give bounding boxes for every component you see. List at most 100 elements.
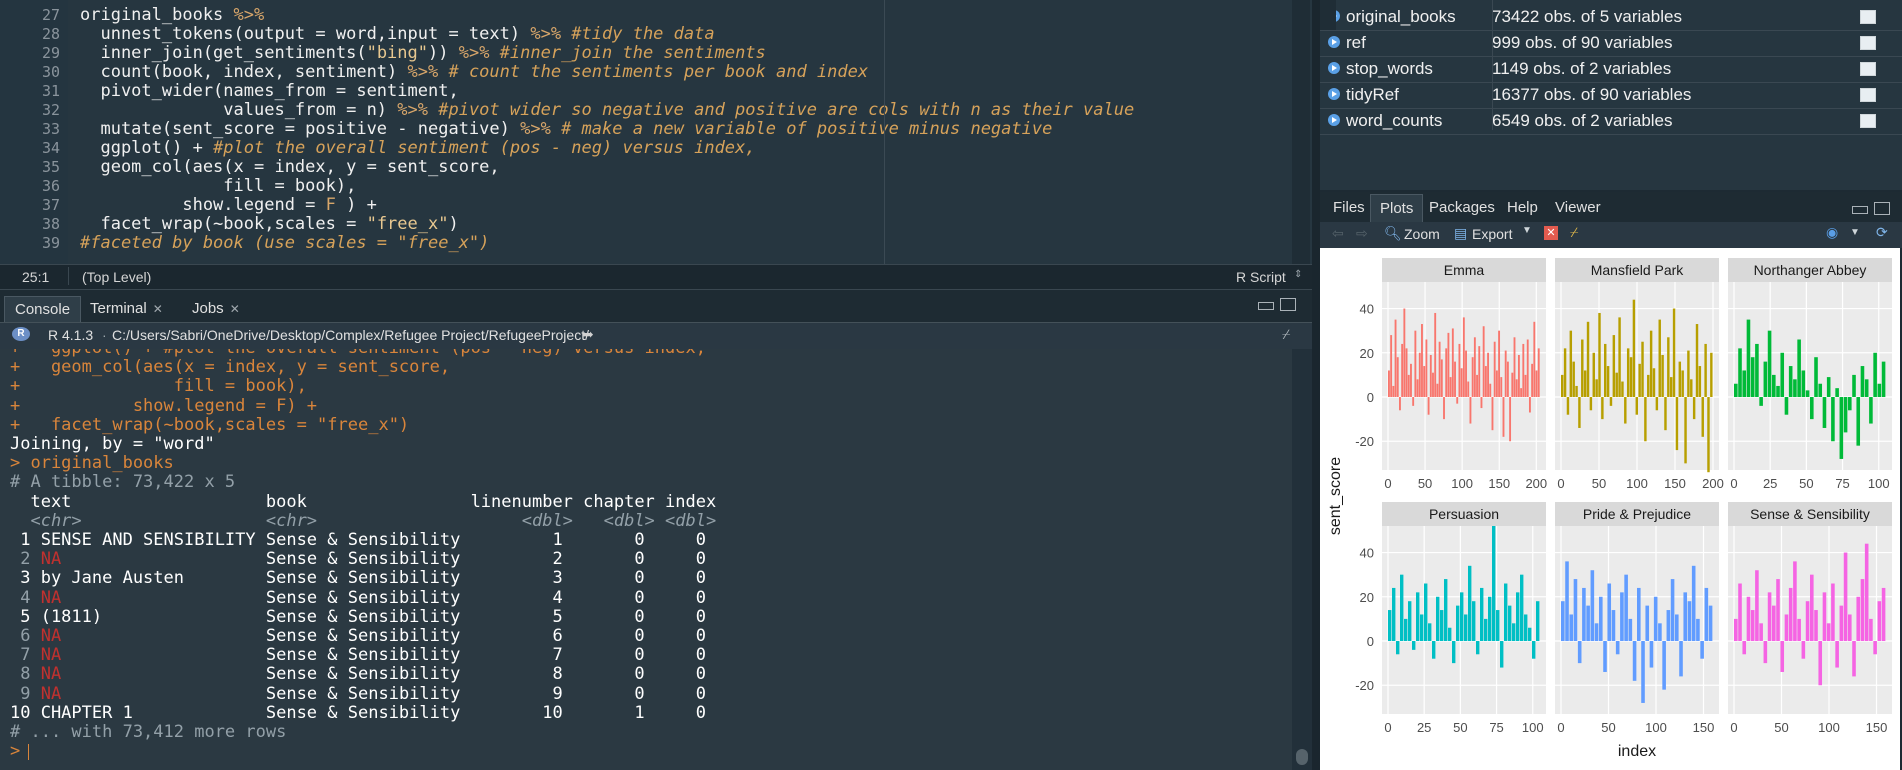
source-editor[interactable]: 27 28 29 30 31 32 33 34 35 36 37 38 39 original_book… [0,0,1312,264]
go-to-directory-icon[interactable]: ➦ [582,326,594,343]
bar [1780,641,1785,672]
export-button[interactable]: Export [1472,226,1512,242]
code-line[interactable]: inner_join(get_sentiments("bing")) %>% #… [80,44,765,63]
environment-row-original_books[interactable]: original_books 73422 obs. of 5 variables [1320,4,1902,31]
tab-terminal[interactable]: Terminal ✕ [80,296,173,322]
variable-value: 16377 obs. of 90 variables [1492,85,1692,104]
maximize-pane-icon[interactable] [1280,298,1296,311]
code-line[interactable]: mutate(sent_score = positive - negative)… [80,120,1052,139]
expand-arrow-icon[interactable] [1328,88,1340,100]
bar [1767,330,1772,398]
y-tick-label: 0 [1367,390,1374,405]
zoom-magnifier-icon[interactable]: 🔍︎ [1384,225,1402,242]
view-data-grid-icon[interactable] [1860,36,1876,50]
environment-scrollbar[interactable] [1320,0,1336,30]
bar [1399,397,1401,411]
bar [1400,574,1404,642]
bar [1683,592,1688,642]
export-icon[interactable]: ▤ [1454,225,1467,242]
bar [1881,361,1886,398]
code-line[interactable]: original_books %>% [80,6,264,25]
refresh-icon[interactable]: ⟳ [1876,224,1888,241]
x-tick-label: 0 [1730,720,1737,735]
bar [1566,397,1570,415]
bar [1666,610,1671,642]
code-line[interactable]: unnest_tokens(output = word,input = text… [80,25,714,44]
tab-jobs[interactable]: Jobs ✕ [182,296,250,322]
bar [1767,592,1772,642]
clear-plots-broom-icon[interactable]: ⌿ [1570,224,1578,241]
code-token: %>% [407,62,449,82]
code-line[interactable]: show.legend = F ) + [80,196,377,215]
code-line[interactable]: fill = book), [80,177,356,196]
facet-title: Persuasion [1429,506,1499,522]
tab-help[interactable]: Help [1498,194,1547,222]
bar [1755,343,1759,398]
maximize-pane-icon[interactable] [1874,202,1890,215]
bar [1515,379,1518,398]
bar [1684,397,1687,464]
pane-splitter[interactable] [1312,0,1320,770]
previous-plot-arrow-icon[interactable]: ⇦ [1332,225,1344,242]
code-line[interactable]: facet_wrap(~book,scales = "free_x") [80,215,458,234]
x-tick-label: 100 [1868,476,1890,491]
tab-files[interactable]: Files [1324,194,1374,222]
close-tab-icon[interactable]: ✕ [230,302,240,316]
environment-row-stop_words[interactable]: stop_words 1149 obs. of 2 variables [1320,56,1902,83]
bar [1750,610,1755,642]
publish-icon[interactable]: ◉ [1826,224,1838,241]
close-tab-icon[interactable]: ✕ [153,302,163,316]
print-margin-line [884,0,885,264]
view-data-grid-icon[interactable] [1860,88,1876,102]
environment-pane: original_books 73422 obs. of 5 variables r… [1320,0,1902,190]
minimize-pane-icon[interactable] [1852,206,1868,214]
tab-viewer[interactable]: Viewer [1546,194,1610,222]
bar [1440,359,1443,398]
console-cursor[interactable] [28,744,29,761]
view-data-grid-icon[interactable] [1860,10,1876,24]
bar [1473,337,1476,398]
environment-row-ref[interactable]: ref 999 obs. of 90 variables [1320,30,1902,57]
expand-arrow-icon[interactable] [1328,62,1340,74]
code-line[interactable]: #faceted by book (use scales = "free_x") [80,234,489,253]
line-number: 38 [41,215,60,233]
view-data-grid-icon[interactable] [1860,114,1876,128]
scope-selector[interactable]: (Top Level) [82,269,151,285]
tab-console[interactable]: Console [4,296,82,323]
environment-row-tidyRef[interactable]: tidyRef 16377 obs. of 90 variables [1320,82,1902,109]
console-line: 7 NA Sense & Sensibility 7 0 0 [10,645,706,666]
bar [1493,341,1496,398]
bar [1658,623,1662,642]
tab-packages[interactable]: Packages [1420,194,1504,222]
editor-scrollbar[interactable] [1292,0,1310,264]
bar [1465,350,1467,398]
variable-value: 999 obs. of 90 variables [1492,33,1673,52]
environment-row-word_counts[interactable]: word_counts 6549 obs. of 2 variables [1320,108,1902,135]
code-line[interactable]: values_from = n) %>% #pivot wider so neg… [80,101,1134,120]
bar [1504,583,1508,642]
bar [1476,641,1480,655]
zoom-button[interactable]: Zoom [1404,226,1440,242]
code-line[interactable]: ggplot() + #plot the overall sentiment (… [80,139,755,158]
bar [1590,570,1595,642]
bar [1520,574,1524,642]
clear-console-broom-icon[interactable]: ⌿ [1282,326,1290,343]
console-output[interactable]: + ggplot() + #plot the overall sentiment… [0,349,1292,770]
console-scroll-thumb[interactable] [1296,749,1308,765]
line-number: 37 [41,196,60,214]
file-type-selector[interactable]: R Script [1236,269,1286,285]
code-line[interactable]: geom_col(aes(x = index, y = sent_score, [80,158,499,177]
bar [1520,388,1523,398]
console-scrollbar[interactable] [1292,349,1312,770]
tab-plots[interactable]: Plots [1370,194,1424,223]
code-line[interactable]: pivot_wider(names_from = sentiment, [80,82,458,101]
view-data-grid-icon[interactable] [1860,62,1876,76]
x-tick-label: 25 [1417,720,1431,735]
bar [1628,618,1633,642]
code-line[interactable]: count(book, index, sentiment) %>% # coun… [80,63,868,82]
expand-arrow-icon[interactable] [1328,36,1340,48]
next-plot-arrow-icon[interactable]: ⇨ [1356,225,1368,242]
remove-plot-icon[interactable]: ✕ [1544,226,1558,240]
minimize-pane-icon[interactable] [1258,302,1274,310]
expand-arrow-icon[interactable] [1328,114,1340,126]
